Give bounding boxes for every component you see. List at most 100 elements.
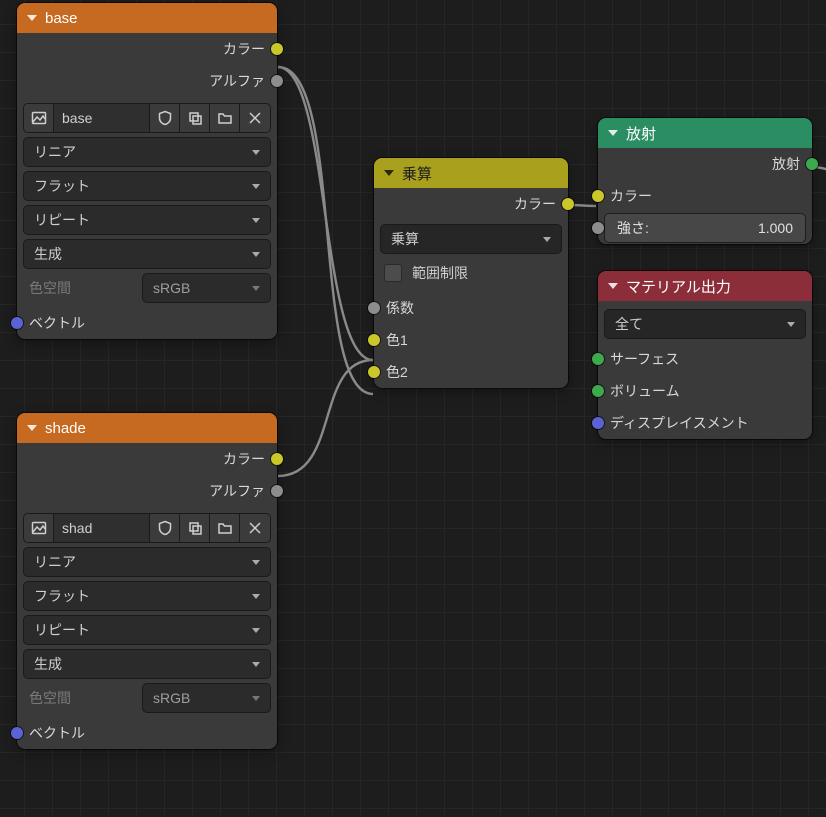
node-header[interactable]: shade — [17, 413, 277, 443]
node-title: shade — [45, 420, 86, 437]
projection-dropdown[interactable]: フラット — [23, 171, 271, 201]
picture-icon — [31, 520, 47, 536]
socket-in-volume[interactable] — [592, 385, 604, 397]
node-title: base — [45, 10, 78, 27]
interpolation-dropdown[interactable]: リニア — [23, 137, 271, 167]
node-mix-rgb[interactable]: 乗算 カラー 乗算 範囲制限 係数 色1 色2 — [374, 158, 568, 388]
duplicate-button[interactable] — [180, 514, 210, 542]
collapse-icon[interactable] — [27, 15, 37, 21]
node-material-output[interactable]: マテリアル出力 全て サーフェス ボリューム ディスプレイスメント — [598, 271, 812, 439]
socket-in-fac[interactable] — [368, 302, 380, 314]
duplicate-button[interactable] — [180, 104, 210, 132]
image-icon[interactable] — [24, 104, 54, 132]
input-vector: ベクトル — [17, 717, 277, 749]
image-name-field[interactable]: shad — [54, 514, 150, 542]
socket-out-emission[interactable] — [806, 158, 818, 170]
chevron-down-icon — [252, 560, 260, 565]
image-datablock-row: base — [23, 103, 271, 133]
shield-icon — [157, 520, 173, 536]
input-strength: 強さ: 1.000 — [598, 212, 812, 244]
clamp-checkbox[interactable] — [384, 264, 402, 282]
chevron-down-icon — [252, 252, 260, 257]
colorspace-dropdown[interactable]: sRGB — [142, 683, 271, 713]
socket-in-vector[interactable] — [11, 317, 23, 329]
chevron-down-icon — [252, 594, 260, 599]
node-header[interactable]: base — [17, 3, 277, 33]
close-icon — [247, 110, 263, 126]
image-icon[interactable] — [24, 514, 54, 542]
shield-icon — [157, 110, 173, 126]
chevron-down-icon — [252, 628, 260, 633]
source-dropdown[interactable]: 生成 — [23, 239, 271, 269]
node-image-texture-shade[interactable]: shade カラー アルファ shad リニア フラット リピート — [17, 413, 277, 749]
output-alpha: アルファ — [17, 475, 277, 507]
picture-icon — [31, 110, 47, 126]
folder-icon — [217, 110, 233, 126]
extension-dropdown[interactable]: リピート — [23, 615, 271, 645]
node-header[interactable]: 放射 — [598, 118, 812, 148]
colorspace-row: 色空間 sRGB — [23, 273, 271, 303]
node-image-texture-base[interactable]: base カラー アルファ base リニア フラット リピート — [17, 3, 277, 339]
output-emission: 放射 — [598, 148, 812, 180]
fake-user-button[interactable] — [150, 514, 180, 542]
input-displacement: ディスプレイスメント — [598, 407, 812, 439]
input-color2: 色2 — [374, 356, 568, 388]
chevron-down-icon — [252, 184, 260, 189]
strength-field[interactable]: 強さ: 1.000 — [604, 213, 806, 243]
socket-out-alpha[interactable] — [271, 75, 283, 87]
unlink-button[interactable] — [240, 104, 270, 132]
chevron-down-icon — [252, 150, 260, 155]
socket-out-alpha[interactable] — [271, 485, 283, 497]
unlink-button[interactable] — [240, 514, 270, 542]
chevron-down-icon — [252, 218, 260, 223]
socket-in-color2[interactable] — [368, 366, 380, 378]
fake-user-button[interactable] — [150, 104, 180, 132]
input-color1: 色1 — [374, 324, 568, 356]
socket-in-color1[interactable] — [368, 334, 380, 346]
input-volume: ボリューム — [598, 375, 812, 407]
node-header[interactable]: マテリアル出力 — [598, 271, 812, 301]
socket-in-vector[interactable] — [11, 727, 23, 739]
extension-dropdown[interactable]: リピート — [23, 205, 271, 235]
output-alpha: アルファ — [17, 65, 277, 97]
collapse-icon[interactable] — [384, 170, 394, 176]
socket-out-color[interactable] — [271, 43, 283, 55]
projection-dropdown[interactable]: フラット — [23, 581, 271, 611]
socket-in-color[interactable] — [592, 190, 604, 202]
chevron-down-icon — [252, 286, 260, 291]
socket-in-displacement[interactable] — [592, 417, 604, 429]
collapse-icon[interactable] — [608, 130, 618, 136]
colorspace-dropdown[interactable]: sRGB — [142, 273, 271, 303]
folder-icon — [217, 520, 233, 536]
collapse-icon[interactable] — [27, 425, 37, 431]
input-fac: 係数 — [374, 292, 568, 324]
socket-out-color[interactable] — [562, 198, 574, 210]
target-dropdown[interactable]: 全て — [604, 309, 806, 339]
node-emission[interactable]: 放射 放射 カラー 強さ: 1.000 — [598, 118, 812, 244]
output-color: カラー — [17, 443, 277, 475]
chevron-down-icon — [252, 662, 260, 667]
clamp-row[interactable]: 範囲制限 — [380, 258, 562, 288]
blend-mode-dropdown[interactable]: 乗算 — [380, 224, 562, 254]
socket-in-surface[interactable] — [592, 353, 604, 365]
copy-icon — [187, 520, 203, 536]
node-title: マテリアル出力 — [626, 276, 731, 297]
image-name-field[interactable]: base — [54, 104, 150, 132]
chevron-down-icon — [543, 237, 551, 242]
output-color: カラー — [374, 188, 568, 220]
copy-icon — [187, 110, 203, 126]
interpolation-dropdown[interactable]: リニア — [23, 547, 271, 577]
source-dropdown[interactable]: 生成 — [23, 649, 271, 679]
image-datablock-row: shad — [23, 513, 271, 543]
input-vector: ベクトル — [17, 307, 277, 339]
node-title: 放射 — [626, 123, 656, 144]
input-surface: サーフェス — [598, 343, 812, 375]
open-button[interactable] — [210, 514, 240, 542]
node-header[interactable]: 乗算 — [374, 158, 568, 188]
socket-out-color[interactable] — [271, 453, 283, 465]
output-color: カラー — [17, 33, 277, 65]
socket-in-strength[interactable] — [592, 222, 604, 234]
node-title: 乗算 — [402, 163, 432, 184]
open-button[interactable] — [210, 104, 240, 132]
collapse-icon[interactable] — [608, 283, 618, 289]
